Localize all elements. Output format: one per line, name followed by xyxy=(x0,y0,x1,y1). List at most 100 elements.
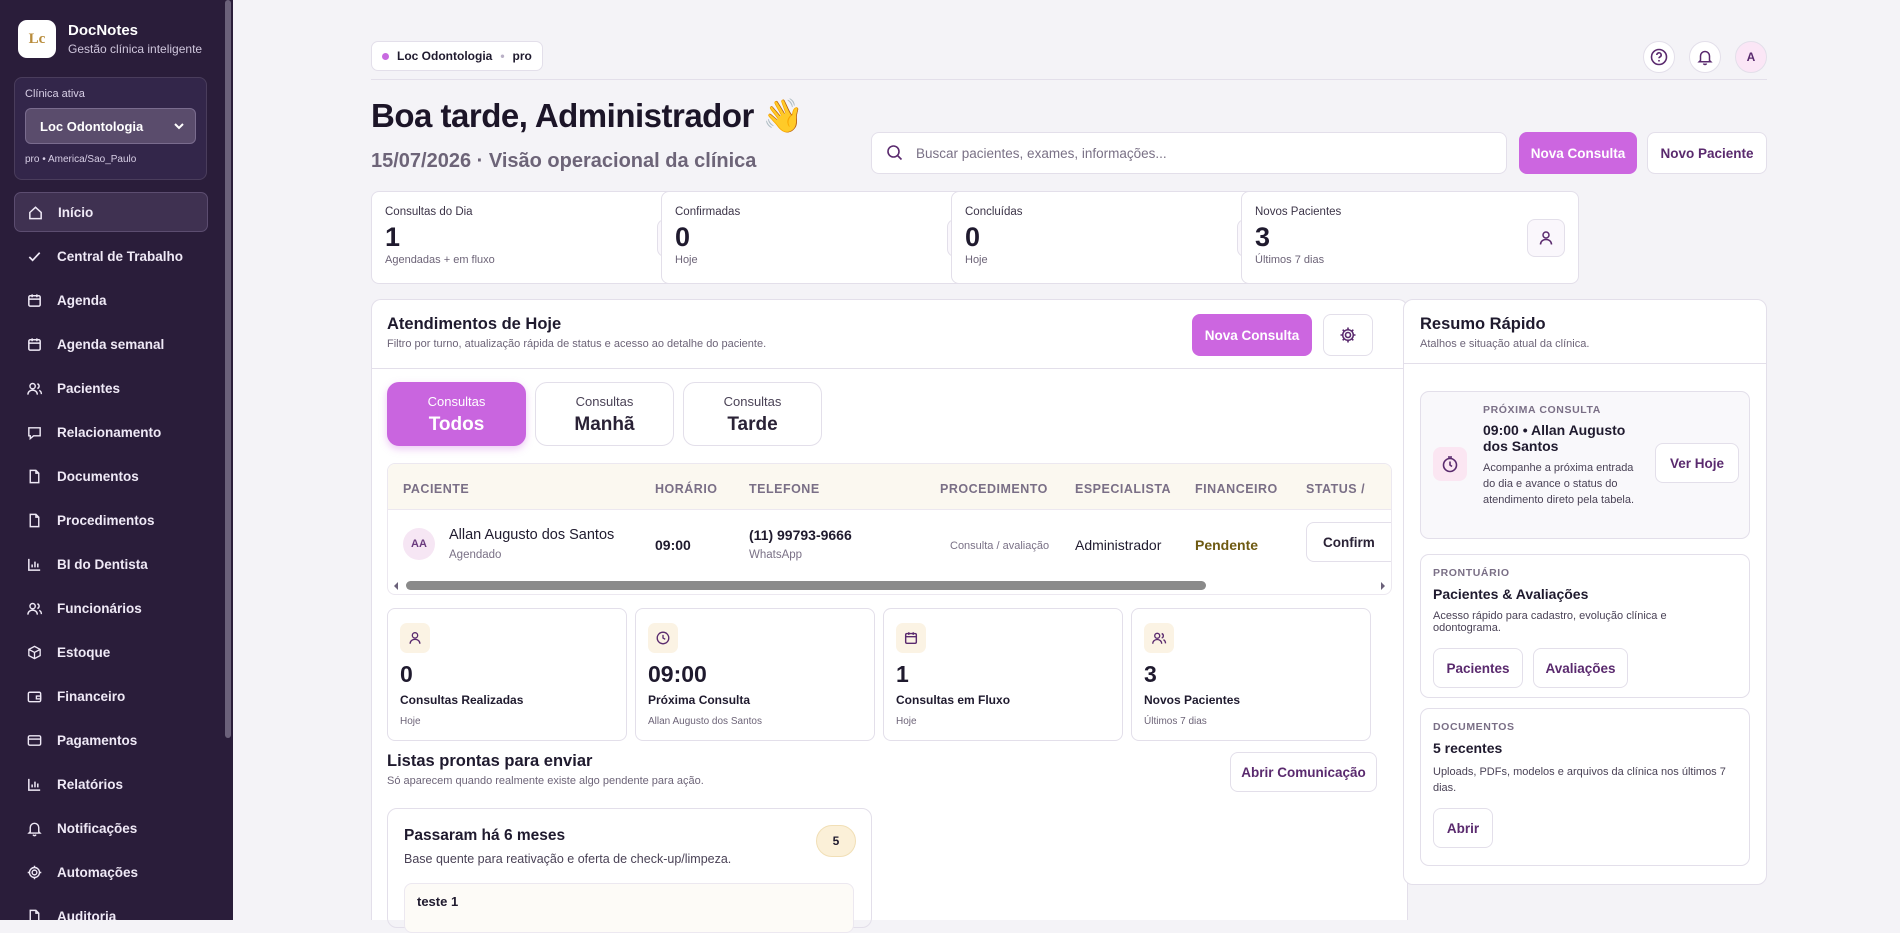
col-procedimento[interactable]: PROCEDIMENTO xyxy=(940,482,1048,496)
sidebar-item-label: Central de Trabalho xyxy=(57,248,184,264)
sidebar-item-pagamentos[interactable]: Pagamentos xyxy=(14,720,208,760)
today-new-consult-button[interactable]: Nova Consulta xyxy=(1192,314,1312,356)
scroll-right-icon[interactable] xyxy=(1379,581,1387,591)
next-consult-title: 09:00 • Allan Augusto dos Santos xyxy=(1483,422,1626,454)
sidebar-item-agenda[interactable]: Agenda xyxy=(14,280,208,320)
sidebar-item-agenda-semanal[interactable]: Agenda semanal xyxy=(14,324,208,364)
evaluations-button[interactable]: Avaliações xyxy=(1533,648,1628,688)
clinic-pill-name: Loc Odontologia xyxy=(397,49,493,63)
table-row[interactable]: AA Allan Augusto dos Santos Agendado 09:… xyxy=(388,511,1391,575)
list-card[interactable]: Passaram há 6 meses Base quente para rea… xyxy=(387,808,872,933)
sidebar-item-estoque[interactable]: Estoque xyxy=(14,632,208,672)
calendar-icon xyxy=(28,337,41,351)
plan-label: pro xyxy=(512,49,532,63)
documents-card: DOCUMENTOS 5 recentes Uploads, PDFs, mod… xyxy=(1420,708,1750,866)
home-icon xyxy=(29,205,42,219)
sidebar-item-notificacoes[interactable]: Notificações xyxy=(14,808,208,848)
sidebar-item-label: Relatórios xyxy=(57,776,124,792)
list-item[interactable]: teste 1 xyxy=(404,883,854,933)
sidebar-scrollbar[interactable] xyxy=(225,0,231,738)
avatar[interactable]: A xyxy=(1735,41,1767,73)
col-status[interactable]: STATUS / xyxy=(1306,482,1365,496)
tab-manha[interactable]: Consultas Manhã xyxy=(535,382,674,446)
list-item-name: teste 1 xyxy=(417,894,459,909)
clinic-select-value: Loc Odontologia xyxy=(40,118,144,134)
sidebar-item-central-de-trabalho[interactable]: Central de Trabalho xyxy=(14,236,208,276)
kpi-sub: Hoje xyxy=(896,716,917,727)
scroll-left-icon[interactable] xyxy=(392,581,400,591)
count-badge: 5 xyxy=(816,825,856,857)
document-icon xyxy=(29,909,40,920)
records-caption: PRONTUÁRIO xyxy=(1433,567,1510,579)
patient-name[interactable]: Allan Augusto dos Santos xyxy=(449,527,614,543)
sidebar-item-pacientes[interactable]: Pacientes xyxy=(14,368,208,408)
sidebar-item-procedimentos[interactable]: Procedimentos xyxy=(14,500,208,540)
stat-card: Novos Pacientes 3 Últimos 7 dias xyxy=(1241,191,1579,284)
sidebar-item-financeiro[interactable]: Financeiro xyxy=(14,676,208,716)
patient-avatar: AA xyxy=(403,528,435,560)
kpi-label: Próxima Consulta xyxy=(648,693,751,707)
stat-value: 3 xyxy=(1255,222,1271,252)
sidebar-item-label: Início xyxy=(58,204,94,220)
bell-icon[interactable] xyxy=(1689,41,1721,73)
kpi-card: 0 Consultas Realizadas Hoje xyxy=(387,608,627,741)
sidebar-item-label: Notificações xyxy=(57,820,138,836)
tab-todos[interactable]: Consultas Todos xyxy=(387,382,526,446)
sidebar-item-documentos[interactable]: Documentos xyxy=(14,456,208,496)
list-card-title: Passaram há 6 meses xyxy=(404,827,566,844)
kpi-sub: Hoje xyxy=(400,716,421,727)
lists-title: Listas prontas para enviar xyxy=(387,752,593,770)
col-telefone[interactable]: TELEFONE xyxy=(749,482,820,496)
sidebar-item-funcionarios[interactable]: Funcionários xyxy=(14,588,208,628)
sidebar-item-inicio[interactable]: Início xyxy=(14,192,208,232)
sidebar: Lc DocNotes Gestão clínica inteligente C… xyxy=(0,0,233,920)
bar-chart-icon xyxy=(28,778,41,791)
help-icon[interactable] xyxy=(1643,41,1675,73)
sidebar-item-auditoria[interactable]: Auditoria xyxy=(14,896,208,920)
patient-phone[interactable]: (11) 99793-9666 xyxy=(749,527,852,543)
today-subtitle: Filtro por turno, atualização rápida de … xyxy=(387,338,767,350)
clinic-select[interactable]: Loc Odontologia xyxy=(25,108,196,144)
chat-icon xyxy=(28,426,41,440)
bar-chart-icon xyxy=(28,558,41,571)
settings-button[interactable] xyxy=(1323,314,1373,356)
active-clinic-label: Clínica ativa xyxy=(25,88,85,100)
sidebar-item-label: Financeiro xyxy=(57,688,126,704)
open-documents-button[interactable]: Abrir xyxy=(1433,808,1493,848)
scrollbar-thumb[interactable] xyxy=(406,581,1206,590)
appointments-table: PACIENTE HORÁRIO TELEFONE PROCEDIMENTO E… xyxy=(387,463,1392,595)
patients-button[interactable]: Pacientes xyxy=(1433,648,1523,688)
kpi-card: 1 Consultas em Fluxo Hoje xyxy=(883,608,1123,741)
kpi-label: Consultas em Fluxo xyxy=(896,693,1011,707)
box-icon xyxy=(28,645,41,659)
sidebar-item-relatorios[interactable]: Relatórios xyxy=(14,764,208,804)
sidebar-item-label: Pacientes xyxy=(57,380,121,396)
sidebar-item-label: Procedimentos xyxy=(57,512,155,528)
gear-icon xyxy=(1340,327,1356,343)
confirm-button[interactable]: Confirm xyxy=(1306,522,1391,562)
horizontal-scrollbar[interactable] xyxy=(388,577,1391,594)
documents-desc: Uploads, PDFs, modelos e arquivos da clí… xyxy=(1433,766,1726,794)
sidebar-item-label: Automações xyxy=(57,864,139,880)
clock-icon xyxy=(1433,447,1467,481)
col-financeiro[interactable]: FINANCEIRO xyxy=(1195,482,1278,496)
kpi-value: 3 xyxy=(1144,661,1157,687)
new-patient-button[interactable]: Novo Paciente xyxy=(1647,132,1767,174)
col-paciente[interactable]: PACIENTE xyxy=(403,482,469,496)
view-today-button[interactable]: Ver Hoje xyxy=(1655,443,1739,483)
sidebar-item-relacionamento[interactable]: Relacionamento xyxy=(14,412,208,452)
search-icon xyxy=(887,145,903,161)
stat-sub: Hoje xyxy=(675,254,698,266)
col-especialista[interactable]: ESPECIALISTA xyxy=(1075,482,1171,496)
tab-tarde[interactable]: Consultas Tarde xyxy=(683,382,822,446)
sidebar-item-automacoes[interactable]: Automações xyxy=(14,852,208,892)
clinic-pill[interactable]: Loc Odontologia • pro xyxy=(371,41,543,71)
user-icon xyxy=(409,632,421,644)
open-communication-button[interactable]: Abrir Comunicação xyxy=(1230,752,1377,792)
status-dot xyxy=(382,52,389,60)
sidebar-nav: Início Central de Trabalho Agenda Agenda se… xyxy=(14,192,208,920)
search-input[interactable]: Buscar pacientes, exames, informações... xyxy=(871,132,1507,174)
new-consult-button[interactable]: Nova Consulta xyxy=(1519,132,1637,174)
sidebar-item-bi-do-dentista[interactable]: BI do Dentista xyxy=(14,544,208,584)
col-horario[interactable]: HORÁRIO xyxy=(655,482,718,496)
